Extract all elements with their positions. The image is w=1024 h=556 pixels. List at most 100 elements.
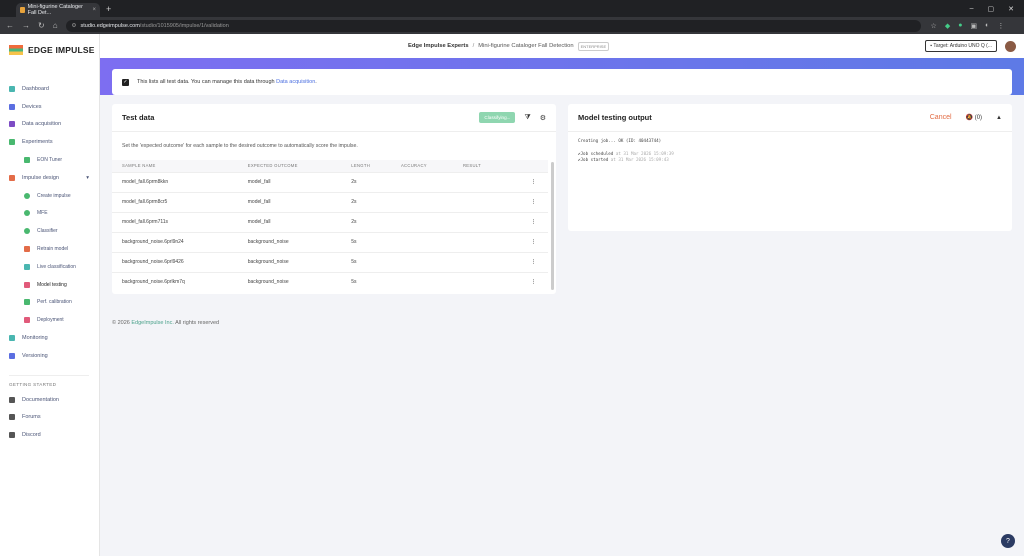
console-text: Job scheduled [580, 150, 614, 156]
table-cell: background_noise [237, 251, 342, 272]
top-bar: Edge Impulse Experts / Mini-figurine Catal… [100, 34, 1024, 58]
sidebar-item-live-classification[interactable]: Live classification [0, 258, 99, 276]
column-header[interactable]: EXPECTED OUTCOME [237, 160, 342, 172]
settings-gear-icon[interactable]: ⚙ [540, 114, 546, 122]
dot-icon [24, 210, 30, 217]
devices-icon [9, 103, 15, 110]
sidebar-item-monitoring[interactable]: Monitoring [0, 329, 99, 347]
profile-icon[interactable]: ◐ [985, 22, 989, 30]
output-console: Creating job... OK (ID: 40443744) ✔Job s… [568, 132, 1012, 169]
table-row[interactable]: model_fall.6prm711s model_fall 2s ⋮ [112, 211, 548, 232]
url-field[interactable]: ⚙ studio.edgeimpulse.com/studio/1015905/i… [65, 19, 921, 32]
sidebar-item-label: Impulse design [22, 174, 59, 181]
target-label: Target: Arduino UNO Q (... [933, 43, 992, 49]
sidebar-item-label: MFE [37, 210, 48, 217]
notifications-toggle[interactable]: 🔕 (0) [966, 114, 983, 121]
deploy-icon [24, 317, 30, 324]
url-path: /studio/1015905/impulse/1/validation [139, 22, 229, 29]
avatar[interactable] [1005, 40, 1016, 52]
sidebar-item-label: Monitoring [22, 335, 48, 342]
help-button[interactable]: ? [1001, 534, 1015, 548]
sidebar-item-label: Discord [22, 432, 41, 439]
collapse-chevron-icon[interactable]: ▲ [996, 115, 1002, 121]
sidebar-item-experiments[interactable]: Experiments [0, 133, 99, 151]
sidebar-item-documentation[interactable]: Documentation [0, 391, 99, 409]
filter-icon[interactable]: ⧩ [524, 114, 530, 122]
table-cell [452, 211, 502, 232]
column-header[interactable]: RESULT [452, 160, 502, 172]
back-icon[interactable]: ← [6, 21, 14, 30]
sidebar-item-label: Experiments [22, 139, 53, 146]
table-cell: model_fall.6prm8kkn [112, 171, 238, 192]
help-menu: Documentation Forums Discord [0, 391, 99, 444]
sidebar-item-mfe[interactable]: MFE [0, 205, 99, 223]
output-title: Model testing output [578, 113, 652, 122]
forward-icon[interactable]: → [22, 21, 30, 30]
row-menu-icon[interactable]: ⋮ [501, 271, 548, 292]
breadcrumb-owner[interactable]: Edge Impulse Experts [408, 43, 469, 49]
discord-icon [9, 432, 15, 439]
edge-impulse-logo[interactable]: EDGE IMPULSE [9, 44, 99, 56]
sidebar-item-perf-calibration[interactable]: Perf. calibration [0, 294, 99, 312]
minimize-icon[interactable]: – [970, 5, 974, 13]
sidebar-item-versioning[interactable]: Versioning [0, 347, 99, 365]
row-menu-icon[interactable]: ⋮ [501, 251, 548, 272]
row-menu-icon[interactable]: ⋮ [501, 171, 548, 192]
row-menu-icon[interactable]: ⋮ [501, 231, 548, 252]
table-scrollbar[interactable] [551, 162, 554, 290]
extensions-puzzle-icon[interactable]: ▣ [970, 22, 977, 30]
extension-icon[interactable]: ◆ [945, 22, 950, 30]
close-window-icon[interactable]: ✕ [1008, 5, 1014, 13]
sidebar-item-forums[interactable]: Forums [0, 409, 99, 427]
column-header[interactable]: SAMPLE NAME [112, 160, 238, 172]
sidebar-item-data-acquisition[interactable]: Data acquisition [0, 116, 99, 134]
home-icon[interactable]: ⌂ [53, 21, 58, 30]
footer-company-link[interactable]: EdgeImpulse Inc. [131, 320, 174, 326]
table-row[interactable]: background_noise.6prl9n24 background_nois… [112, 231, 548, 252]
breadcrumb-project[interactable]: Mini-figurine Cataloger Fall Detection [478, 43, 573, 49]
table-row[interactable]: model_fall.6prm8cr5 model_fall 2s ⋮ [112, 191, 548, 212]
extension-icon[interactable]: ● [958, 22, 962, 30]
table-row[interactable]: model_fall.6prm8kkn model_fall 2s ⋮ [112, 171, 548, 192]
close-tab-icon[interactable]: × [92, 7, 96, 13]
sidebar-item-discord[interactable]: Discord [0, 426, 99, 444]
sidebar-item-dashboard[interactable]: Dashboard [0, 80, 99, 98]
column-header[interactable]: LENGTH [341, 160, 391, 172]
site-info-icon[interactable]: ⚙ [72, 23, 77, 29]
sidebar-item-deployment[interactable]: Deployment [0, 311, 99, 329]
sidebar-item-retrain-model[interactable]: Retrain model [0, 240, 99, 258]
sidebar-item-label: Documentation [22, 396, 59, 403]
table-row[interactable]: background_noise.6prl9426 background_nois… [112, 251, 548, 272]
table-cell [452, 231, 502, 252]
target-device-button[interactable]: ▪ Target: Arduino UNO Q (... [925, 40, 997, 52]
table-cell: model_fall [237, 191, 342, 212]
sidebar: EDGE IMPULSE Dashboard Devices Data acquis… [0, 34, 100, 556]
sidebar-item-devices[interactable]: Devices [0, 98, 99, 116]
notification-count: (0) [974, 115, 983, 121]
model-testing-output-card: Model testing output Cancel 🔕 (0) ▲ Crea… [568, 104, 1012, 231]
chevron-down-icon[interactable]: ▾ [86, 175, 89, 181]
sidebar-item-impulse-design[interactable]: Impulse design ▾ [0, 169, 99, 187]
cancel-button[interactable]: Cancel [930, 114, 952, 121]
maximize-icon[interactable]: ▢ [988, 5, 995, 13]
browser-menu-icon[interactable]: ⋮ [997, 22, 1004, 30]
row-menu-icon[interactable]: ⋮ [501, 211, 548, 232]
table-row[interactable]: background_noise.6prlkm7q background_nois… [112, 271, 548, 292]
table-cell: background_noise [237, 231, 342, 252]
data-acquisition-link[interactable]: Data acquisition [276, 79, 315, 85]
browser-tab[interactable]: Mini-figurine Cataloger Fall Det... × [16, 3, 100, 17]
sidebar-item-label: Dashboard [22, 85, 49, 92]
live-icon [24, 263, 30, 270]
bookmark-star-icon[interactable]: ☆ [931, 22, 937, 30]
sidebar-item-label: Perf. calibration [37, 299, 72, 306]
classify-button[interactable]: Classifying... [479, 112, 516, 123]
sidebar-item-eon-tuner[interactable]: EON Tuner [0, 151, 99, 169]
reload-icon[interactable]: ↻ [38, 21, 45, 30]
sidebar-item-classifier[interactable]: Classifier [0, 222, 99, 240]
sidebar-item-model-testing[interactable]: Model testing [0, 276, 99, 294]
sidebar-item-create-impulse[interactable]: Create impulse [0, 187, 99, 205]
row-menu-icon[interactable]: ⋮ [501, 191, 548, 212]
new-tab-icon[interactable]: + [106, 4, 111, 14]
table-cell: 5s [341, 251, 391, 272]
column-header[interactable]: ACCURACY [390, 160, 453, 172]
